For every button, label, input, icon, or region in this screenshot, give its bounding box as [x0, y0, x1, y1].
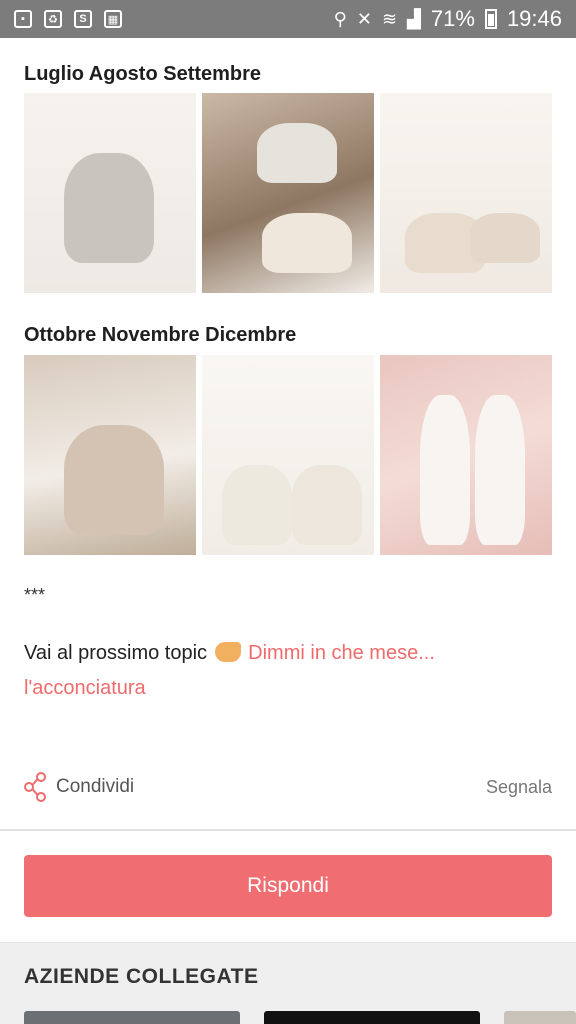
- related-card[interactable]: [264, 1011, 480, 1024]
- mute-icon: ✕: [356, 8, 372, 29]
- signal-icon: ▟: [407, 8, 421, 29]
- divider: [0, 829, 576, 831]
- share-icon: [24, 772, 46, 802]
- recycle-icon: ♻: [44, 10, 62, 28]
- skype-icon: S: [74, 10, 92, 28]
- status-bar: ▪ ♻ S ▦ ⚲ ✕ ≋ ▟ 71% 19:46: [0, 0, 576, 38]
- next-topic: Vai al prossimo topic Dimmi in che mese.…: [24, 636, 554, 706]
- related-card[interactable]: [24, 1011, 240, 1024]
- post-actions: Condividi Segnala: [24, 772, 552, 802]
- system-indicators: ⚲ ✕ ≋ ▟ 71% 19:46: [334, 6, 562, 32]
- gallery-icon: ▪: [14, 10, 32, 28]
- share-button[interactable]: Condividi: [24, 772, 134, 802]
- section-title-autumn: Ottobre Novembre Dicembre: [24, 324, 297, 346]
- share-label: Condividi: [56, 776, 135, 797]
- separator-text: ***: [24, 585, 46, 605]
- shoe-photo[interactable]: [24, 355, 196, 555]
- photo-grid-autumn: [24, 355, 552, 555]
- pointing-hand-icon: [214, 642, 241, 662]
- shoe-photo[interactable]: [24, 93, 196, 293]
- location-icon: ⚲: [333, 8, 347, 29]
- report-button[interactable]: Segnala: [486, 777, 552, 798]
- shoe-photo[interactable]: [380, 93, 552, 293]
- related-card[interactable]: [504, 1011, 576, 1024]
- clock: 19:46: [506, 6, 562, 31]
- notification-icons: ▪ ♻ S ▦: [14, 10, 122, 28]
- reply-button[interactable]: Rispondi: [24, 855, 552, 917]
- wifi-icon: ≋: [381, 8, 398, 29]
- shoe-photo[interactable]: [202, 355, 374, 555]
- photo-grid-summer: [24, 93, 552, 293]
- related-title: AZIENDE COLLEGATE: [24, 965, 259, 988]
- battery-percent: 71%: [430, 6, 475, 31]
- related-companies: AZIENDE COLLEGATE: [0, 942, 576, 1024]
- next-topic-label: Vai al prossimo topic: [24, 642, 208, 664]
- shoe-photo[interactable]: [202, 93, 374, 293]
- section-title-summer: Luglio Agosto Settembre: [24, 63, 262, 85]
- battery-icon: [484, 9, 497, 29]
- shoe-photo[interactable]: [380, 355, 552, 555]
- calendar-icon: ▦: [104, 10, 122, 28]
